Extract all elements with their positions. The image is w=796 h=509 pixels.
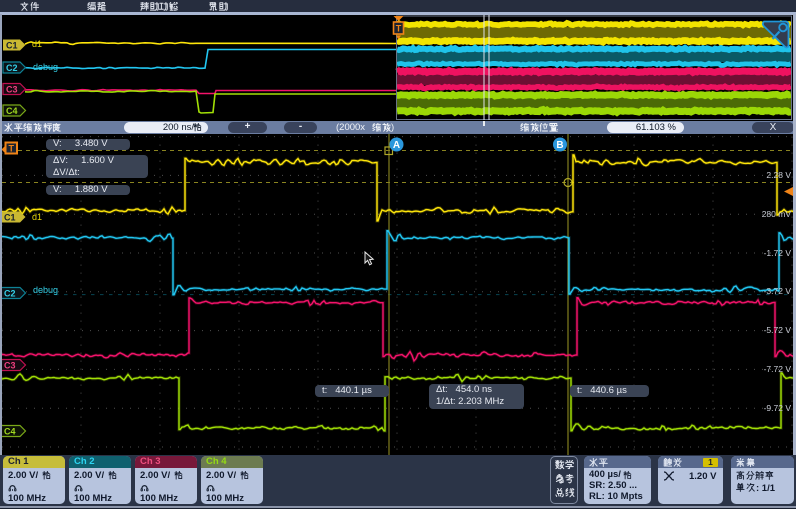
svg-text:C4: C4 xyxy=(4,427,16,437)
svg-text:d1: d1 xyxy=(32,212,42,222)
svg-text:C3: C3 xyxy=(4,361,16,371)
svg-text:C2: C2 xyxy=(4,289,16,299)
svg-text:C3: C3 xyxy=(6,85,18,95)
svg-text:d1: d1 xyxy=(32,39,42,49)
svg-text:T: T xyxy=(396,24,402,34)
svg-text:C2: C2 xyxy=(6,63,18,73)
svg-text:B: B xyxy=(556,140,563,151)
svg-text:C4: C4 xyxy=(6,106,18,116)
svg-text:T: T xyxy=(8,144,14,154)
svg-text:C1: C1 xyxy=(6,41,18,51)
svg-text:debug: debug xyxy=(33,62,58,72)
svg-text:A: A xyxy=(393,140,400,151)
svg-text:debug: debug xyxy=(33,285,58,295)
svg-text:C1: C1 xyxy=(4,213,16,223)
